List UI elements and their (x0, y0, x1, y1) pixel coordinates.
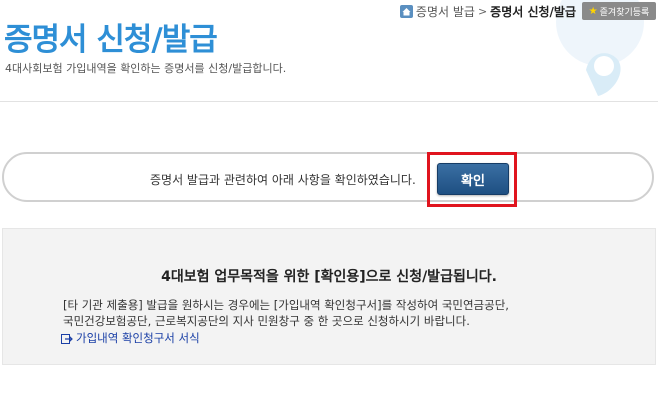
breadcrumb-current: 증명서 신청/발급 (490, 5, 576, 19)
info-body-line: 국민건강보험공단, 근로복지공단의 지사 민원창구 중 한 곳으로 신청하시기 … (63, 314, 470, 328)
page-title: 증명서 신청/발급 (4, 22, 218, 58)
title-divider (0, 101, 658, 102)
bookmark-button[interactable]: ★ 즐겨찾기등록 (582, 2, 656, 20)
info-body-line: [타 기관 제출용] 발급을 원하시는 경우에는 [가입내역 확인청구서]를 작… (63, 298, 509, 312)
confirm-button[interactable]: 확인 (437, 163, 509, 195)
star-icon: ★ (588, 5, 598, 17)
bookmark-label: 즐겨찾기등록 (599, 7, 650, 18)
confirm-message: 증명서 발급과 관련하여 아래 사항을 확인하였습니다. (150, 173, 416, 187)
link-arrow-icon (61, 333, 73, 344)
confirm-button-label: 확인 (461, 173, 485, 189)
claim-form-link-label: 가입내역 확인청구서 서식 (76, 331, 200, 345)
claim-form-link[interactable]: 가입내역 확인청구서 서식 (61, 330, 200, 346)
page-subtitle: 4대사회보험 가입내역을 확인하는 증명서를 신청/발급합니다. (5, 62, 287, 75)
info-heading: 4대보험 업무목적을 위한 [확인용]으로 신청/발급됩니다. (161, 269, 497, 285)
home-icon[interactable] (399, 5, 413, 18)
breadcrumb-parent[interactable]: 증명서 발급 (416, 3, 475, 20)
breadcrumb-separator: > (477, 5, 488, 18)
breadcrumb: 증명서 발급 > 증명서 신청/발급 (399, 3, 576, 20)
info-body: [타 기관 제출용] 발급을 원하시는 경우에는 [가입내역 확인청구서]를 작… (63, 297, 509, 329)
